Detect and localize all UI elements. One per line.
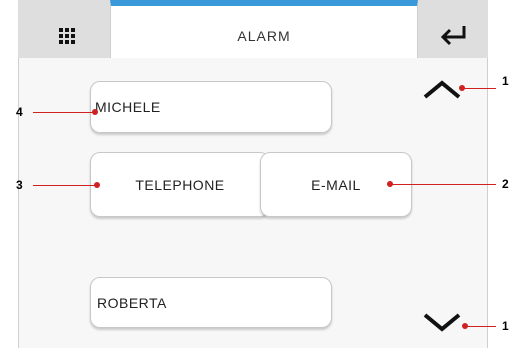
email-label: E-MAIL <box>311 176 361 193</box>
return-arrow-icon <box>440 26 466 46</box>
grid-icon <box>59 28 75 44</box>
contact-roberta-label: ROBERTA <box>97 294 167 311</box>
title-tab: ALARM <box>110 0 418 58</box>
page-title: ALARM <box>237 28 291 44</box>
callout-dot-up <box>459 85 465 91</box>
menu-button[interactable] <box>30 14 104 58</box>
callout-number-michele: 4 <box>16 105 23 119</box>
chevron-up-icon[interactable] <box>422 80 462 100</box>
callout-dot-email <box>387 181 393 187</box>
contact-roberta-button[interactable]: ROBERTA <box>90 277 332 328</box>
callout-dot-down <box>462 323 468 329</box>
callout-number-up: 1 <box>502 74 509 88</box>
callout-line-down <box>465 326 496 327</box>
callout-dot-telephone <box>94 182 100 188</box>
back-button[interactable] <box>420 14 486 58</box>
contact-michele-button[interactable]: MICHELE <box>90 81 332 133</box>
callout-line-email <box>390 184 496 185</box>
callout-number-telephone: 3 <box>16 178 23 192</box>
chevron-down-icon[interactable] <box>422 312 462 332</box>
contact-michele-label: MICHELE <box>95 99 161 115</box>
callout-number-down: 1 <box>502 319 509 333</box>
telephone-button[interactable]: TELEPHONE <box>90 152 270 217</box>
callout-number-email: 2 <box>502 177 509 191</box>
callout-dot-michele <box>92 109 98 115</box>
telephone-label: TELEPHONE <box>135 176 225 193</box>
callout-line-michele <box>33 112 95 113</box>
callout-line-telephone <box>33 185 97 186</box>
callout-line-up <box>462 88 496 89</box>
